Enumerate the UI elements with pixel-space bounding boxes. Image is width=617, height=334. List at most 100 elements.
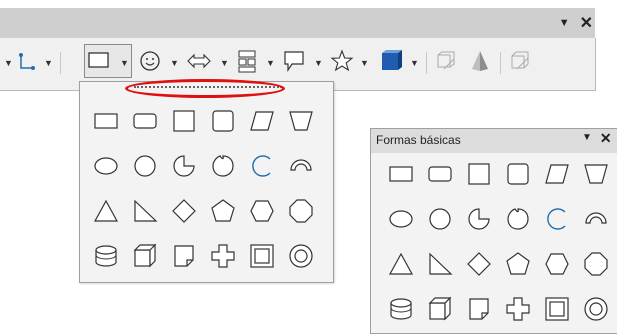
titlebar-close-button[interactable]: ✕ bbox=[580, 13, 593, 33]
shape-isosceles-triangle-button[interactable] bbox=[86, 188, 125, 233]
panel-title: Formas básicas bbox=[376, 133, 461, 147]
cylinder-icon bbox=[94, 244, 117, 267]
callout-dropdown-arrow[interactable]: ▼ bbox=[314, 58, 323, 68]
shape-trapezoid-button[interactable] bbox=[576, 151, 615, 196]
highlight-oval bbox=[125, 79, 285, 98]
frame-icon bbox=[544, 296, 569, 321]
shape-circle-button[interactable] bbox=[420, 196, 459, 241]
shape-ellipse-button[interactable] bbox=[381, 196, 420, 241]
cross-icon bbox=[210, 243, 235, 268]
star-icon[interactable] bbox=[330, 49, 354, 73]
separator bbox=[426, 52, 427, 74]
rounded-square-icon bbox=[506, 162, 529, 185]
shape-hexagon-button[interactable] bbox=[242, 188, 281, 233]
connector-icon[interactable] bbox=[16, 51, 38, 75]
hexagon-icon bbox=[544, 252, 569, 275]
shape-ellipse-button[interactable] bbox=[86, 143, 125, 188]
shape-right-triangle-button[interactable] bbox=[125, 188, 164, 233]
shape-rectangle-button[interactable] bbox=[86, 98, 125, 143]
smiley-icon[interactable] bbox=[138, 49, 162, 73]
shape-rounded-rectangle-button[interactable] bbox=[125, 98, 164, 143]
popup-shape-grid bbox=[86, 98, 320, 278]
dropdown-arrow[interactable]: ▼ bbox=[4, 58, 13, 68]
arc-icon bbox=[251, 154, 270, 177]
flowchart-icon[interactable] bbox=[236, 49, 258, 73]
shape-circle-pie-button[interactable] bbox=[164, 143, 203, 188]
rectangle-icon bbox=[388, 165, 413, 182]
panel-close-button[interactable]: ✕ bbox=[600, 130, 612, 147]
separator bbox=[60, 52, 61, 74]
double-arrow-icon[interactable] bbox=[186, 50, 212, 72]
shape-circle-button[interactable] bbox=[125, 143, 164, 188]
shape-pentagon-button[interactable] bbox=[498, 241, 537, 286]
shape-octagon-button[interactable] bbox=[576, 241, 615, 286]
shape-block-arc-button[interactable] bbox=[498, 196, 537, 241]
shape-block-arc-button[interactable] bbox=[203, 143, 242, 188]
shape-arc-button[interactable] bbox=[242, 143, 281, 188]
shape-diamond-button[interactable] bbox=[164, 188, 203, 233]
shape-cylinder-button[interactable] bbox=[86, 233, 125, 278]
shape-cross-button[interactable] bbox=[203, 233, 242, 278]
shape-circle-segment-button[interactable] bbox=[576, 196, 615, 241]
ellipse-icon bbox=[388, 209, 413, 228]
shape-octagon-button[interactable] bbox=[281, 188, 320, 233]
shape-cross-button[interactable] bbox=[498, 286, 537, 331]
shape-rounded-square-button[interactable] bbox=[498, 151, 537, 196]
pentagon-icon bbox=[505, 251, 530, 275]
ring-icon bbox=[288, 243, 313, 268]
frame-icon bbox=[249, 243, 274, 268]
shape-frame-button[interactable] bbox=[537, 286, 576, 331]
shape-right-triangle-button[interactable] bbox=[420, 241, 459, 286]
shape-arc-button[interactable] bbox=[537, 196, 576, 241]
titlebar-buttons: ▼ ✕ bbox=[559, 8, 593, 38]
connector-dropdown-arrow[interactable]: ▼ bbox=[44, 58, 53, 68]
cube-3d-icon[interactable] bbox=[378, 48, 404, 74]
trapezoid-icon bbox=[288, 110, 313, 131]
symbol-dropdown-arrow[interactable]: ▼ bbox=[170, 58, 179, 68]
shape-ring-button[interactable] bbox=[576, 286, 615, 331]
rounded-rectangle-icon bbox=[427, 165, 452, 182]
shape-rounded-rectangle-button[interactable] bbox=[420, 151, 459, 196]
shape-frame-button[interactable] bbox=[242, 233, 281, 278]
circle-icon bbox=[133, 154, 156, 177]
cross-icon bbox=[505, 296, 530, 321]
shape-cylinder-button[interactable] bbox=[381, 286, 420, 331]
star-dropdown-arrow[interactable]: ▼ bbox=[360, 58, 369, 68]
shape-cube-button[interactable] bbox=[420, 286, 459, 331]
pentagon-icon bbox=[210, 198, 235, 222]
folded-corner-icon bbox=[173, 244, 194, 267]
shape-diamond-button[interactable] bbox=[459, 241, 498, 286]
diamond-icon bbox=[466, 251, 491, 276]
flowchart-dropdown-arrow[interactable]: ▼ bbox=[266, 58, 275, 68]
shape-circle-pie-button[interactable] bbox=[459, 196, 498, 241]
shape-parallelogram-button[interactable] bbox=[537, 151, 576, 196]
shape-folded-corner-button[interactable] bbox=[459, 286, 498, 331]
shape-isosceles-triangle-button[interactable] bbox=[381, 241, 420, 286]
shape-folded-corner-button[interactable] bbox=[164, 233, 203, 278]
square-icon bbox=[467, 162, 490, 185]
parallelogram-icon bbox=[249, 110, 274, 131]
shape-circle-segment-button[interactable] bbox=[281, 143, 320, 188]
shape-square-button[interactable] bbox=[459, 151, 498, 196]
shape-rectangle-button[interactable] bbox=[381, 151, 420, 196]
shape-trapezoid-button[interactable] bbox=[281, 98, 320, 143]
shape-parallelogram-button[interactable] bbox=[242, 98, 281, 143]
titlebar-dropdown-button[interactable]: ▼ bbox=[559, 17, 570, 29]
circle-segment-icon bbox=[289, 158, 312, 171]
shape-rounded-square-button[interactable] bbox=[203, 98, 242, 143]
shape-cube-button[interactable] bbox=[125, 233, 164, 278]
extrusion-icon bbox=[437, 51, 455, 70]
cylinder-icon bbox=[389, 297, 412, 320]
shape-square-button[interactable] bbox=[164, 98, 203, 143]
shape-ring-button[interactable] bbox=[281, 233, 320, 278]
shapes-dropdown-arrow[interactable]: ▼ bbox=[120, 58, 129, 68]
cube-icon bbox=[428, 296, 451, 320]
arrows-dropdown-arrow[interactable]: ▼ bbox=[220, 58, 229, 68]
panel-dropdown-button[interactable]: ▼ bbox=[582, 132, 592, 147]
toolbar-titlebar bbox=[0, 8, 595, 38]
3d-dropdown-arrow[interactable]: ▼ bbox=[410, 58, 419, 68]
shape-pentagon-button[interactable] bbox=[203, 188, 242, 233]
block-arc-icon bbox=[211, 154, 234, 177]
callout-icon[interactable] bbox=[282, 49, 306, 73]
shape-hexagon-button[interactable] bbox=[537, 241, 576, 286]
